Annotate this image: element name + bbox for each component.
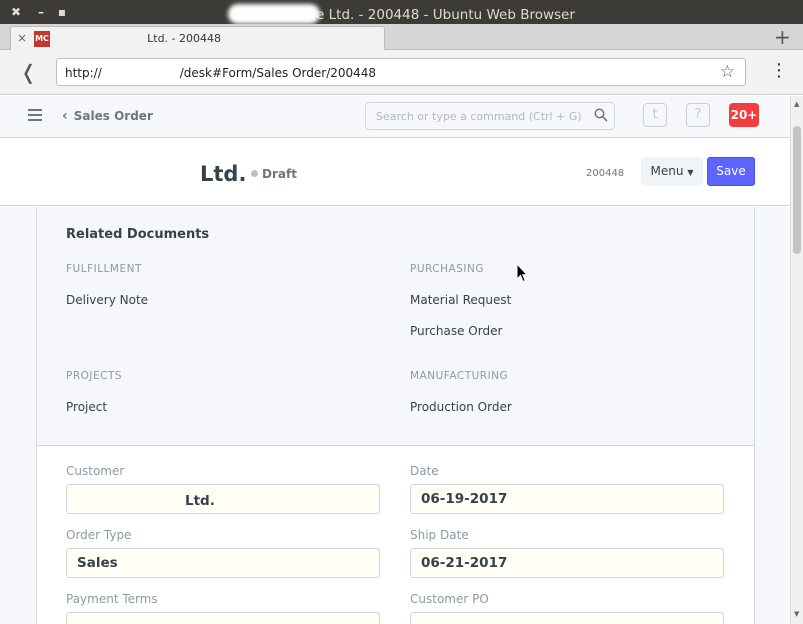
chevron-left-icon: ‹ [62,108,68,124]
group-heading: PURCHASING [410,263,484,275]
link-purchase-order[interactable]: Purchase Order [410,324,511,338]
search-input[interactable] [366,103,586,129]
scroll-up-icon[interactable]: ▲ [794,100,799,108]
link-project[interactable]: Project [66,400,122,414]
tab-strip: × MC Ltd. - 200448 + [0,24,803,50]
favicon-icon: MC [34,31,50,47]
group-purchasing: PURCHASING Material Request Purchase Ord… [410,263,511,338]
page-head: Ltd. Draft 200448 Menu ▼ Save [0,138,790,206]
order-type-select[interactable]: Sales [66,548,380,578]
url-prefix: http:// [65,66,102,80]
document-number: 200448 [586,168,625,179]
breadcrumb[interactable]: ‹ Sales Order [62,108,153,124]
payment-terms-field: Payment Terms [66,592,380,624]
mouse-cursor-icon [516,263,528,283]
field-label: Date [410,464,439,478]
redacted-region [77,491,185,505]
scroll-down-icon[interactable]: ▼ [794,610,799,618]
order-type-field: Order Type Sales [66,528,380,578]
field-label: Customer PO [410,592,489,606]
related-documents: Related Documents FULFILLMENT Delivery N… [37,207,754,446]
caret-down-icon: ▼ [687,168,694,177]
ship-date-input[interactable]: 06-21-2017 [410,548,724,578]
window-titlebar: ✖ – ▪ e Ltd. - 200448 - Ubuntu Web Brows… [0,0,803,24]
related-heading: Related Documents [66,227,210,242]
form-card: Related Documents FULFILLMENT Delivery N… [36,207,755,624]
window-title: e Ltd. - 200448 - Ubuntu Web Browser [0,4,803,24]
payment-terms-input[interactable] [66,612,380,624]
tab-title: Ltd. - 200448 [147,32,221,45]
customer-input[interactable]: Ltd. [66,484,380,514]
search-icon[interactable] [594,108,608,122]
address-bar[interactable]: http:// /desk#Form/Sales Order/200448 ☆ [56,58,746,86]
hamburger-icon[interactable] [28,109,42,124]
tab-close-icon[interactable]: × [17,31,27,45]
notification-badge[interactable]: 20+ [729,103,759,127]
status-dot-icon [251,170,258,177]
back-icon[interactable]: ❬ [20,60,37,84]
status-indicator: Draft [251,167,297,181]
scrollbar-thumb[interactable] [793,126,801,254]
breadcrumb-label: Sales Order [73,109,153,123]
ship-date-field: Ship Date 06-21-2017 [410,528,724,578]
group-fulfillment: FULFILLMENT Delivery Note [66,263,148,307]
url-text: http:// /desk#Form/Sales Order/200448 [65,65,376,80]
browser-menu-icon[interactable]: ⋮ [770,60,788,81]
redacted-region [102,65,180,77]
group-heading: PROJECTS [66,370,123,382]
status-label: Draft [262,167,297,181]
search-box [365,102,615,130]
link-delivery-note[interactable]: Delivery Note [66,293,148,307]
group-manufacturing: MANUFACTURING Production Order [410,370,512,414]
new-tab-icon[interactable]: + [774,25,791,49]
window-title-text: e Ltd. - 200448 - Ubuntu Web Browser [316,7,575,23]
customer-value: Ltd. [185,493,215,509]
menu-button[interactable]: Menu ▼ [641,157,703,186]
save-button[interactable]: Save [707,157,755,186]
url-suffix: /desk#Form/Sales Order/200448 [179,66,377,80]
group-heading: FULFILLMENT [66,263,142,275]
field-label: Payment Terms [66,592,158,606]
browser-tab[interactable]: × MC Ltd. - 200448 [10,26,385,50]
field-label: Order Type [66,528,132,542]
menu-button-label: Menu [650,164,684,178]
page-title-text: Ltd. [200,162,247,186]
link-production-order[interactable]: Production Order [410,400,512,414]
group-projects: PROJECTS Project [66,370,122,414]
customer-po-input[interactable] [410,612,724,624]
date-field: Date 06-19-2017 [410,464,724,514]
user-avatar-icon[interactable]: t [643,103,667,127]
help-icon[interactable]: ? [686,103,710,127]
redacted-region [228,4,321,24]
group-heading: MANUFACTURING [410,370,509,382]
field-label: Ship Date [410,528,469,542]
link-material-request[interactable]: Material Request [410,293,511,307]
customer-po-field: Customer PO [410,592,724,624]
browser-toolbar: ❬ http:// /desk#Form/Sales Order/200448 ☆… [0,50,803,95]
page-title: Ltd. [200,162,246,186]
app-navbar: ‹ Sales Order t ? 20+ [0,96,790,138]
date-input[interactable]: 06-19-2017 [410,484,724,514]
customer-field: Customer Ltd. [66,464,380,514]
field-label: Customer [66,464,125,478]
page-scrollbar[interactable]: ▲ ▼ [790,96,803,624]
bookmark-star-icon[interactable]: ☆ [720,62,735,82]
